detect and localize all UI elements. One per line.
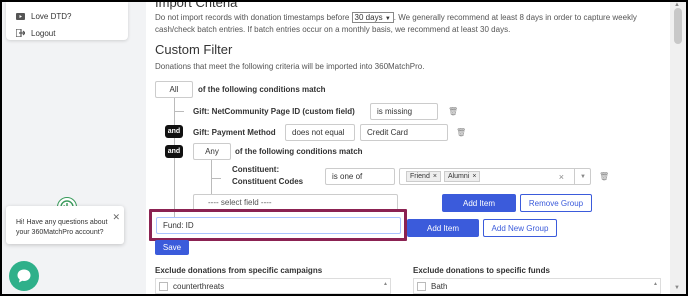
import-criteria-title: Import Criteria [155, 2, 238, 10]
add-item-button[interactable]: Add Item [407, 219, 479, 237]
tree-line [211, 178, 221, 179]
save-button[interactable]: Save [155, 240, 189, 255]
trash-icon[interactable]: 🗑 [456, 128, 466, 137]
chat-message: Hi! Have any questions about your 360Mat… [16, 219, 108, 236]
tag-label: Alumni [447, 173, 470, 180]
campaign-item-label: counterthreats [173, 282, 225, 291]
exclude-campaigns-list[interactable]: counterthreats ▲ [155, 278, 391, 294]
scroll-up-icon[interactable]: ▲ [383, 281, 388, 287]
group-add-item-button[interactable]: Add Item [442, 194, 516, 212]
chat-popup: Hi! Have any questions about your 360Mat… [6, 206, 124, 244]
tag-remove-icon[interactable]: × [433, 173, 437, 180]
tree-line [174, 111, 184, 112]
logout-link[interactable]: Logout [16, 27, 55, 39]
tag-label: Friend [410, 173, 430, 180]
group-cond-label-line2: Constituent Codes [232, 177, 304, 186]
exclude-funds-label: Exclude donations to specific funds [413, 266, 550, 275]
chat-close-icon[interactable]: ✕ [112, 212, 120, 222]
fund-item-label: Bath [431, 282, 448, 291]
chat-launcher-button[interactable] [9, 261, 39, 291]
cond2-value: Credit Card [367, 128, 408, 137]
group-field-placeholder: ---- select field ---- [208, 198, 272, 207]
scroll-down-icon[interactable]: ▼ [674, 285, 680, 291]
import-text-before: Do not import records with donation time… [155, 13, 350, 22]
custom-filter-description: Donations that meet the following criter… [155, 62, 425, 71]
import-criteria-text: Do not import records with donation time… [155, 12, 660, 36]
cond2-operator-value: does not equal [292, 128, 345, 137]
days-select[interactable]: 30 days ▼ [351, 12, 394, 23]
and-connector: and [165, 125, 183, 138]
match-any-select[interactable]: Any [193, 143, 231, 160]
chevron-down-icon[interactable]: ▼ [574, 169, 586, 184]
field-input[interactable]: Fund: ID [156, 217, 401, 234]
tag-friend: Friend × [406, 171, 441, 182]
settings-panel: Import Criteria Do not import records wi… [146, 2, 670, 294]
logout-icon [16, 29, 25, 37]
exclude-campaigns-label: Exclude donations from specific campaign… [155, 266, 323, 275]
checkbox[interactable] [417, 282, 426, 292]
group-cond-tags-select[interactable]: Friend × Alumni × × ▼ [399, 168, 591, 185]
checkbox[interactable] [159, 282, 168, 292]
love-dtd-label: Love DTD? [31, 11, 72, 21]
love-dtd-link[interactable]: Love DTD? [16, 10, 71, 22]
trash-icon[interactable]: 🗑 [599, 172, 609, 181]
video-icon [16, 12, 25, 20]
cond1-operator-value: is missing [377, 107, 413, 116]
group-match-suffix: of the following conditions match [235, 147, 363, 156]
cond1-operator-select[interactable]: is missing [370, 103, 438, 120]
cond2-value-input[interactable]: Credit Card [360, 124, 448, 141]
chat-bubble-icon [17, 269, 31, 283]
chevron-down-icon: ▼ [384, 16, 391, 22]
add-new-group-button[interactable]: Add New Group [483, 219, 557, 237]
days-select-value: 30 days [354, 13, 383, 22]
scrollbar-thumb[interactable] [674, 8, 682, 44]
scroll-up-icon[interactable]: ▲ [653, 281, 658, 287]
remove-group-button[interactable]: Remove Group [520, 194, 592, 212]
tag-remove-icon[interactable]: × [472, 173, 476, 180]
group-cond-operator-select[interactable]: is one of [325, 168, 395, 185]
cond1-label: Gift: NetCommunity Page ID (custom field… [193, 107, 355, 116]
page-scrollbar[interactable]: ▲ ▼ [670, 2, 686, 294]
field-input-value: Fund: ID [163, 221, 194, 230]
match-suffix: of the following conditions match [198, 85, 326, 94]
and-connector: and [165, 145, 183, 158]
clear-icon[interactable]: × [559, 172, 564, 182]
cond2-label: Gift: Payment Method [193, 128, 276, 137]
trash-icon[interactable]: 🗑 [448, 107, 458, 116]
match-all-value: All [169, 85, 179, 94]
match-any-value: Any [205, 147, 219, 156]
account-menu: Love DTD? Logout [6, 2, 128, 40]
group-cond-label-line1: Constituent: [232, 165, 280, 174]
tag-alumni: Alumni × [443, 171, 481, 182]
cond2-operator-select[interactable]: does not equal [285, 124, 355, 141]
match-all-select[interactable]: All [155, 81, 193, 98]
custom-filter-title: Custom Filter [155, 42, 233, 57]
logout-label: Logout [31, 28, 56, 38]
exclude-funds-list[interactable]: Bath ▲ [413, 278, 661, 294]
app-window: Love DTD? Logout Hi! Have any questions … [2, 2, 686, 294]
group-cond-operator-value: is one of [332, 172, 363, 181]
